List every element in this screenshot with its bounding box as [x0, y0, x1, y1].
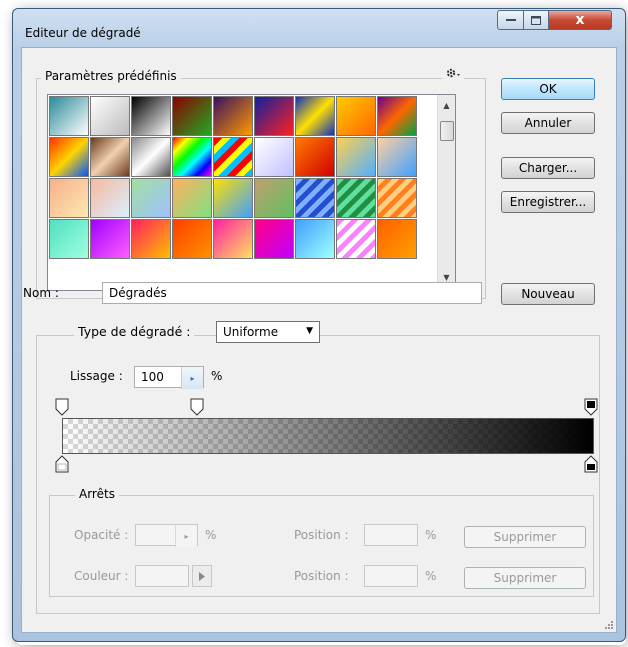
gradient-type-label: Type de dégradé :	[74, 324, 195, 339]
color-stop-end[interactable]	[584, 455, 598, 473]
opacity-stop-middle[interactable]	[190, 398, 204, 416]
preset-swatch[interactable]	[90, 219, 130, 259]
preset-swatch[interactable]	[377, 137, 417, 177]
preset-swatch[interactable]	[131, 137, 171, 177]
presets-legend: Paramètres prédéfinis	[41, 69, 181, 83]
preset-swatch[interactable]	[172, 178, 212, 218]
preset-swatch[interactable]	[172, 137, 212, 177]
preset-swatch-grid	[49, 96, 429, 289]
save-button[interactable]: Enregistrer...	[501, 191, 595, 213]
title-bar[interactable]: Editeur de dégradé x	[13, 9, 625, 45]
smoothness-stepper-icon[interactable]: ▸	[181, 367, 203, 389]
preset-swatch[interactable]	[49, 219, 89, 259]
resize-grip-icon[interactable]	[604, 620, 614, 630]
maximize-button[interactable]	[523, 10, 549, 30]
preset-swatch[interactable]	[131, 96, 171, 136]
preset-swatch[interactable]	[213, 137, 253, 177]
preset-swatch[interactable]	[377, 96, 417, 136]
name-label: Nom :	[23, 286, 59, 300]
opacity-stop-right[interactable]	[584, 398, 598, 416]
preset-swatch[interactable]	[336, 137, 376, 177]
minimize-button[interactable]	[497, 10, 524, 30]
gradient-editor-window: Editeur de dégradé x Paramètres prédéfin…	[12, 8, 626, 642]
dialog-client-area: Paramètres prédéfinis ▲ ▼ OK Annuler Cha…	[21, 47, 617, 633]
preset-swatch[interactable]	[254, 219, 294, 259]
gradient-type-select[interactable]: Uniforme ▼	[216, 321, 320, 343]
preset-swatch[interactable]	[336, 178, 376, 218]
window-title: Editeur de dégradé	[25, 26, 141, 40]
position-unit-color: %	[425, 569, 437, 583]
preset-swatch[interactable]	[49, 178, 89, 218]
chevron-down-icon: ▼	[306, 326, 313, 336]
gear-icon[interactable]	[442, 67, 464, 83]
color-swatch-field[interactable]	[135, 565, 189, 587]
preset-swatch[interactable]	[90, 96, 130, 136]
preset-swatch[interactable]	[336, 96, 376, 136]
preset-swatch[interactable]	[254, 137, 294, 177]
preset-swatch[interactable]	[377, 178, 417, 218]
delete-color-stop-button[interactable]: Supprimer	[464, 567, 586, 589]
load-button[interactable]: Charger...	[501, 157, 595, 179]
preset-swatch[interactable]	[213, 178, 253, 218]
preset-swatch[interactable]	[49, 96, 89, 136]
color-label: Couleur :	[74, 569, 129, 583]
preset-swatch[interactable]	[254, 178, 294, 218]
smoothness-field[interactable]: 100 ▸	[134, 366, 204, 389]
minimize-icon	[505, 19, 516, 21]
preset-swatch[interactable]	[377, 219, 417, 259]
gradient-preview-bar[interactable]	[62, 418, 594, 454]
preset-swatch[interactable]	[49, 137, 89, 177]
preset-swatch[interactable]	[90, 178, 130, 218]
scroll-thumb[interactable]	[440, 121, 454, 141]
presets-scrollbar[interactable]: ▲ ▼	[437, 95, 455, 288]
maximize-icon	[531, 15, 541, 25]
new-button[interactable]: Nouveau	[501, 283, 595, 305]
opacity-field[interactable]: ▸	[135, 524, 198, 547]
position-label-color: Position :	[294, 569, 349, 583]
scroll-up-icon[interactable]: ▲	[438, 97, 455, 114]
position-field-color[interactable]	[364, 565, 418, 587]
smoothness-unit: %	[211, 369, 223, 383]
position-unit-opacity: %	[425, 528, 437, 542]
preset-swatch[interactable]	[254, 96, 294, 136]
cancel-button[interactable]: Annuler	[501, 112, 595, 134]
opacity-stop-left[interactable]	[55, 398, 69, 416]
ok-button[interactable]: OK	[501, 78, 595, 100]
close-icon: x	[575, 12, 585, 28]
preset-swatch[interactable]	[213, 96, 253, 136]
name-field[interactable]: Dégradés	[102, 282, 482, 304]
opacity-stepper-icon[interactable]: ▸	[175, 525, 197, 547]
preset-swatch[interactable]	[295, 178, 335, 218]
color-stop-start[interactable]	[55, 455, 69, 473]
position-label-opacity: Position :	[294, 528, 349, 542]
gradient-type-value: Uniforme	[223, 325, 279, 339]
stops-legend: Arrêts	[75, 487, 119, 501]
smoothness-value: 100	[141, 370, 164, 384]
close-button[interactable]: x	[548, 10, 612, 30]
preset-swatch[interactable]	[131, 219, 171, 259]
smoothness-label: Lissage :	[70, 369, 123, 383]
preset-swatch[interactable]	[295, 96, 335, 136]
presets-list: ▲ ▼	[47, 94, 456, 291]
delete-opacity-stop-button[interactable]: Supprimer	[464, 526, 586, 548]
color-menu-arrow-icon[interactable]	[192, 565, 212, 587]
preset-swatch[interactable]	[172, 219, 212, 259]
opacity-unit: %	[205, 528, 217, 542]
preset-swatch[interactable]	[172, 96, 212, 136]
preset-swatch[interactable]	[336, 219, 376, 259]
position-field-opacity[interactable]	[364, 524, 418, 546]
preset-swatch[interactable]	[131, 178, 171, 218]
preset-swatch[interactable]	[213, 219, 253, 259]
opacity-label: Opacité :	[74, 528, 129, 542]
preset-swatch[interactable]	[90, 137, 130, 177]
preset-swatch[interactable]	[295, 219, 335, 259]
preset-swatch[interactable]	[295, 137, 335, 177]
